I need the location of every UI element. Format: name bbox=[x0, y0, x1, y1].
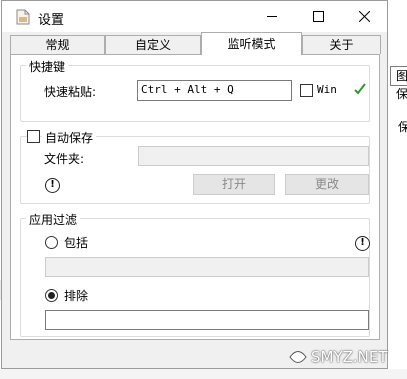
app-filter-group: 应用过滤 包括 ! 排除 bbox=[20, 211, 370, 337]
close-icon bbox=[358, 11, 370, 22]
exclude-label: 排除 bbox=[64, 289, 89, 303]
tab-monitor-mode[interactable]: 监听模式 bbox=[201, 32, 302, 55]
maximize-icon bbox=[312, 11, 324, 22]
folder-input[interactable] bbox=[138, 146, 369, 166]
tab-general[interactable]: 常规 bbox=[10, 35, 105, 54]
minimize-icon bbox=[266, 16, 277, 17]
autosave-label: 自动保存 bbox=[42, 129, 97, 146]
watermark-logo-icon bbox=[289, 351, 307, 363]
info-icon[interactable]: ! bbox=[45, 178, 60, 193]
background-window: 图 保 保 bbox=[388, 0, 407, 379]
background-text: 图 bbox=[396, 69, 407, 83]
background-text: 保 bbox=[398, 120, 407, 134]
app-icon bbox=[16, 9, 30, 25]
include-radio[interactable] bbox=[45, 236, 58, 249]
autosave-group: 自动保存 文件夹: ! 打开 更改 bbox=[20, 129, 370, 204]
win-label: Win bbox=[317, 83, 337, 96]
watermark: SMYZ.NET bbox=[288, 346, 398, 368]
folder-label: 文件夹: bbox=[44, 152, 85, 166]
change-button[interactable]: 更改 bbox=[285, 174, 369, 195]
paste-label: 快速粘贴: bbox=[44, 85, 97, 99]
include-label: 包括 bbox=[64, 236, 89, 250]
close-button[interactable] bbox=[341, 1, 387, 32]
tab-bar: 常规 自定义 监听模式 关于 bbox=[10, 32, 381, 55]
hotkey-legend: 快捷键 bbox=[26, 58, 69, 75]
minimize-button[interactable] bbox=[249, 1, 295, 32]
title-bar[interactable]: 设置 bbox=[2, 1, 387, 32]
watermark-text: SMYZ.NET bbox=[311, 348, 388, 366]
tab-custom[interactable]: 自定义 bbox=[105, 35, 201, 54]
tab-panel: 快捷键 快速粘贴: Ctrl + Alt + Q Win 自动保存 文件夹: !… bbox=[10, 54, 380, 340]
win-checkbox[interactable] bbox=[300, 84, 313, 97]
hotkey-group: 快捷键 快速粘贴: Ctrl + Alt + Q Win bbox=[20, 58, 370, 122]
exclude-input[interactable] bbox=[45, 310, 369, 330]
maximize-button[interactable] bbox=[295, 1, 341, 32]
background-strip bbox=[0, 369, 407, 379]
window-title: 设置 bbox=[38, 13, 65, 28]
exclude-radio[interactable] bbox=[45, 289, 58, 302]
open-button[interactable]: 打开 bbox=[193, 174, 275, 195]
info-icon[interactable]: ! bbox=[355, 236, 370, 251]
app-filter-legend: 应用过滤 bbox=[26, 211, 81, 228]
include-input[interactable] bbox=[45, 257, 369, 277]
green-check-icon bbox=[354, 83, 366, 95]
autosave-checkbox[interactable] bbox=[27, 130, 40, 143]
tab-about[interactable]: 关于 bbox=[302, 35, 381, 54]
background-text: 保 bbox=[396, 87, 407, 101]
settings-window: 设置 常规 自定义 监听模式 关于 快捷键 快速粘贴: Ctrl + Alt +… bbox=[1, 0, 388, 369]
hotkey-input[interactable]: Ctrl + Alt + Q bbox=[137, 80, 292, 101]
